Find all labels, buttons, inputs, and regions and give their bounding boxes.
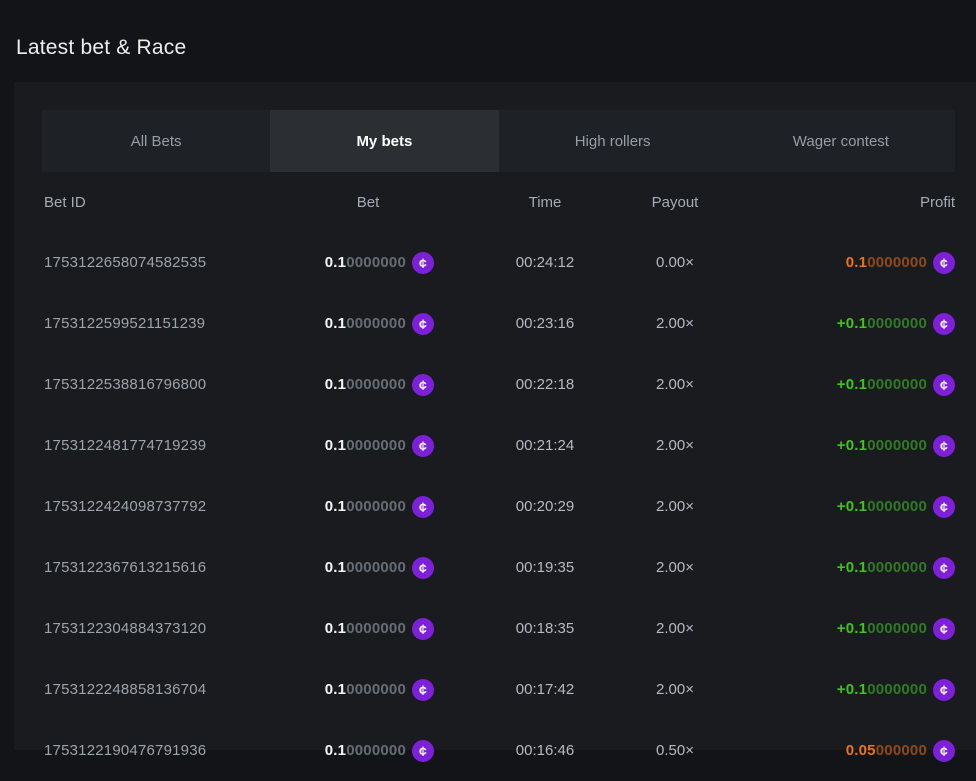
table-row[interactable]: 17531222488581367040.10000000¢00:17:422.…: [44, 659, 955, 720]
bet-amount: 0.10000000¢: [274, 557, 434, 579]
page-title: Latest bet & Race: [16, 36, 186, 60]
bet-amount: 0.10000000¢: [274, 496, 434, 518]
bet-id: 1753122190476791936: [44, 742, 274, 759]
bet-payout: 0.00×: [610, 254, 740, 271]
bet-time: 00:19:35: [434, 559, 610, 576]
coin-icon: ¢: [412, 618, 434, 640]
bet-time: 00:18:35: [434, 620, 610, 637]
bet-amount: 0.10000000¢: [274, 252, 434, 274]
coin-icon: ¢: [412, 496, 434, 518]
bet-profit: +0.10000000¢: [740, 496, 955, 518]
bet-profit: +0.10000000¢: [740, 618, 955, 640]
bet-time: 00:17:42: [434, 681, 610, 698]
header-time: Time: [434, 194, 610, 211]
tab-wager-contest[interactable]: Wager contest: [727, 110, 955, 172]
coin-icon: ¢: [933, 740, 955, 762]
bet-id: 1753122367613215616: [44, 559, 274, 576]
bet-profit: +0.10000000¢: [740, 435, 955, 457]
bet-id: 1753122658074582535: [44, 254, 274, 271]
table-row[interactable]: 17531223676132156160.10000000¢00:19:352.…: [44, 537, 955, 598]
bet-amount: 0.10000000¢: [274, 374, 434, 396]
bet-amount: 0.10000000¢: [274, 313, 434, 335]
coin-icon: ¢: [933, 435, 955, 457]
coin-icon: ¢: [412, 252, 434, 274]
bet-id: 1753122481774719239: [44, 437, 274, 454]
bet-payout: 0.50×: [610, 742, 740, 759]
tab-high-rollers[interactable]: High rollers: [499, 110, 727, 172]
bet-profit: +0.10000000¢: [740, 679, 955, 701]
bet-time: 00:24:12: [434, 254, 610, 271]
table-row[interactable]: 17531226580745825350.10000000¢00:24:120.…: [44, 232, 955, 293]
bet-id: 1753122248858136704: [44, 681, 274, 698]
table-row[interactable]: 17531224817747192390.10000000¢00:21:242.…: [44, 415, 955, 476]
coin-icon: ¢: [933, 252, 955, 274]
bet-profit: 0.10000000¢: [740, 252, 955, 274]
tab-bar: All BetsMy betsHigh rollersWager contest: [42, 110, 955, 172]
bet-payout: 2.00×: [610, 559, 740, 576]
header-payout: Payout: [610, 194, 740, 211]
bet-amount: 0.10000000¢: [274, 435, 434, 457]
bet-time: 00:20:29: [434, 498, 610, 515]
bet-amount: 0.10000000¢: [274, 740, 434, 762]
bet-payout: 2.00×: [610, 498, 740, 515]
header-profit: Profit: [740, 194, 955, 211]
bet-payout: 2.00×: [610, 620, 740, 637]
bet-id: 1753122538816796800: [44, 376, 274, 393]
coin-icon: ¢: [412, 435, 434, 457]
coin-icon: ¢: [412, 557, 434, 579]
bet-time: 00:21:24: [434, 437, 610, 454]
tab-all-bets[interactable]: All Bets: [42, 110, 270, 172]
bet-profit: +0.10000000¢: [740, 557, 955, 579]
coin-icon: ¢: [933, 496, 955, 518]
header-bet-id: Bet ID: [44, 194, 274, 211]
bets-table-body: 17531226580745825350.10000000¢00:24:120.…: [44, 232, 955, 781]
coin-icon: ¢: [933, 313, 955, 335]
coin-icon: ¢: [933, 374, 955, 396]
table-header-row: Bet ID Bet Time Payout Profit: [44, 172, 955, 232]
coin-icon: ¢: [412, 740, 434, 762]
latest-bets-panel: All BetsMy betsHigh rollersWager contest…: [14, 82, 976, 750]
bet-id: 1753122304884373120: [44, 620, 274, 637]
coin-icon: ¢: [933, 618, 955, 640]
coin-icon: ¢: [412, 679, 434, 701]
bet-time: 00:23:16: [434, 315, 610, 332]
bet-payout: 2.00×: [610, 437, 740, 454]
coin-icon: ¢: [933, 679, 955, 701]
bet-payout: 2.00×: [610, 315, 740, 332]
bet-amount: 0.10000000¢: [274, 618, 434, 640]
table-row[interactable]: 17531225388167968000.10000000¢00:22:182.…: [44, 354, 955, 415]
bet-time: 00:22:18: [434, 376, 610, 393]
table-row[interactable]: 17531225995211512390.10000000¢00:23:162.…: [44, 293, 955, 354]
coin-icon: ¢: [412, 374, 434, 396]
bet-profit: +0.10000000¢: [740, 313, 955, 335]
table-row[interactable]: 17531221904767919360.10000000¢00:16:460.…: [44, 720, 955, 781]
tab-my-bets[interactable]: My bets: [270, 110, 498, 172]
bet-profit: 0.05000000¢: [740, 740, 955, 762]
coin-icon: ¢: [412, 313, 434, 335]
bet-amount: 0.10000000¢: [274, 679, 434, 701]
coin-icon: ¢: [933, 557, 955, 579]
bet-id: 1753122599521151239: [44, 315, 274, 332]
bet-time: 00:16:46: [434, 742, 610, 759]
bet-payout: 2.00×: [610, 376, 740, 393]
table-row[interactable]: 17531224240987377920.10000000¢00:20:292.…: [44, 476, 955, 537]
bet-id: 1753122424098737792: [44, 498, 274, 515]
bet-payout: 2.00×: [610, 681, 740, 698]
table-row[interactable]: 17531223048843731200.10000000¢00:18:352.…: [44, 598, 955, 659]
bet-profit: +0.10000000¢: [740, 374, 955, 396]
header-bet: Bet: [274, 194, 434, 211]
